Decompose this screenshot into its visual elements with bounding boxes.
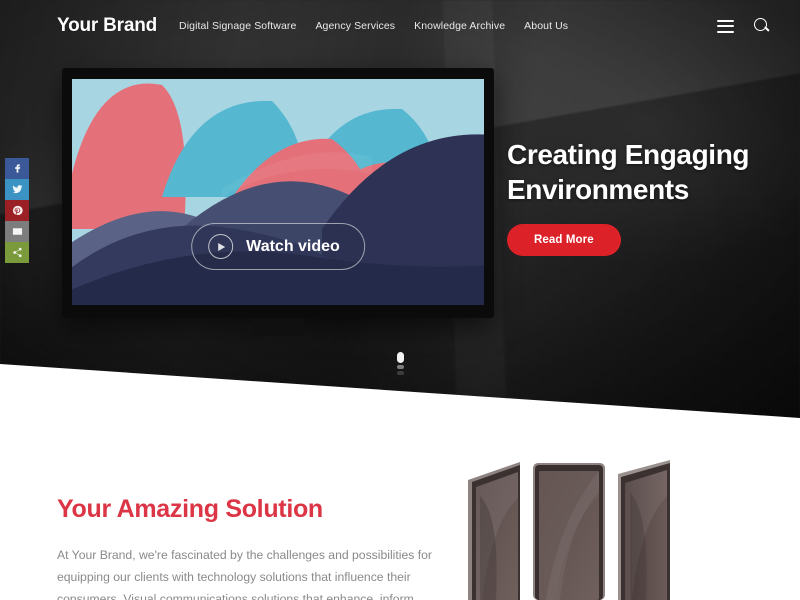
scroll-indicator-reflection-2 [397, 371, 404, 375]
display-right [618, 460, 670, 600]
read-more-button[interactable]: Read More [507, 224, 621, 257]
watch-video-button[interactable]: Watch video [191, 223, 365, 270]
hamburger-menu-icon[interactable] [717, 19, 734, 33]
tv-stand [252, 318, 304, 336]
landscape-illustration [72, 79, 484, 305]
digital-signage-displays [460, 452, 710, 600]
main-navigation: Digital Signage Software Agency Services… [179, 20, 568, 32]
display-center [533, 463, 605, 600]
brand-logo[interactable]: Your Brand [57, 15, 157, 37]
nav-item-digital-signage-software[interactable]: Digital Signage Software [179, 20, 296, 32]
tv-screen [72, 79, 484, 305]
scroll-down-indicator[interactable] [397, 352, 404, 375]
solution-block: Your Amazing Solution At Your Brand, we'… [57, 495, 437, 600]
twitter-share-icon[interactable] [5, 179, 29, 200]
hero-heading: Creating Engaging Environments [507, 139, 750, 205]
display-left [468, 462, 520, 600]
nav-item-knowledge-archive[interactable]: Knowledge Archive [414, 20, 505, 32]
tv-mockup: Watch video [62, 68, 494, 336]
header-icon-group [717, 18, 770, 34]
nav-item-agency-services[interactable]: Agency Services [315, 20, 395, 32]
search-icon[interactable] [754, 18, 770, 34]
share-icon[interactable] [5, 242, 29, 263]
site-header: Your Brand Digital Signage Software Agen… [0, 0, 800, 52]
scroll-indicator-pill [397, 352, 404, 363]
social-share-rail [5, 158, 29, 263]
play-icon [208, 234, 234, 259]
pinterest-share-icon[interactable] [5, 200, 29, 221]
solution-body: At Your Brand, we're fascinated by the c… [57, 548, 432, 600]
watch-video-label: Watch video [246, 237, 340, 255]
hero-copy: Creating Engaging Environments Read More [507, 138, 787, 257]
scroll-indicator-reflection-1 [397, 365, 404, 369]
solution-title: Your Amazing Solution [57, 495, 323, 523]
nav-item-about-us[interactable]: About Us [524, 20, 568, 32]
email-share-icon[interactable] [5, 221, 29, 242]
facebook-share-icon[interactable] [5, 158, 29, 179]
